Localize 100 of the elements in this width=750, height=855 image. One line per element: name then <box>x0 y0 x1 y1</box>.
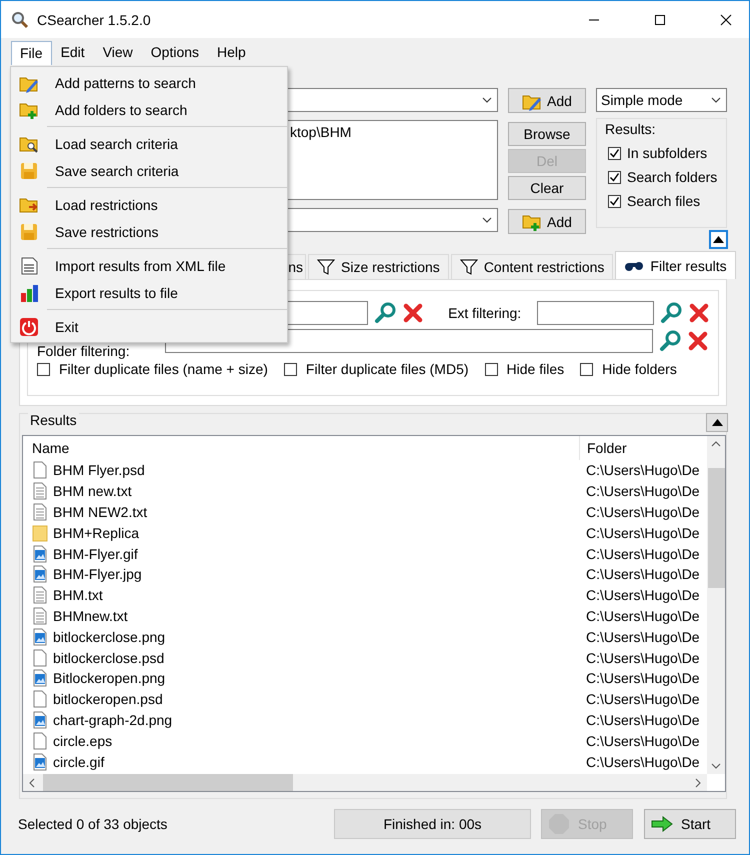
search-icon[interactable] <box>660 302 682 324</box>
bar-chart-icon <box>19 282 39 302</box>
folder-path: C:\Users\Hugo\De <box>585 462 700 478</box>
horizontal-scrollbar[interactable] <box>23 774 707 791</box>
file-name: BHM+Replica <box>53 524 139 541</box>
menu-entry[interactable]: Add folders to search <box>11 96 287 123</box>
folder-icon <box>32 524 48 542</box>
chevron-up-icon <box>711 440 721 448</box>
binoculars-icon <box>624 260 644 272</box>
menu-entry[interactable]: Exit <box>11 313 287 340</box>
status-text: Selected 0 of 33 objects <box>18 816 168 832</box>
magnifier-icon <box>11 10 29 28</box>
checkbox[interactable] <box>608 146 621 160</box>
checkbox[interactable] <box>37 362 50 376</box>
funnel-icon <box>317 258 335 276</box>
arrow-right-icon <box>651 816 673 832</box>
menu-item[interactable]: Edit <box>52 40 94 65</box>
file-name: BHM NEW2.txt <box>53 504 148 520</box>
start-button[interactable]: Start <box>644 809 736 839</box>
folder-path: C:\Users\Hugo\De <box>585 650 700 666</box>
folder-path[interactable]: ktop\BHM <box>290 124 497 140</box>
menu-entry[interactable]: Save restrictions <box>11 218 287 245</box>
menu-entry[interactable]: Load search criteria <box>11 130 287 157</box>
chevron-left-icon <box>28 778 36 788</box>
window-title: CSearcher 1.5.2.0 <box>37 12 151 28</box>
collapse-button[interactable] <box>706 413 728 432</box>
maximize-icon <box>654 14 666 26</box>
image-file-icon <box>32 544 48 563</box>
text-file-icon <box>32 586 48 604</box>
folder-action-button[interactable]: Clear <box>508 176 586 200</box>
menu-entry[interactable]: Export results to file <box>11 279 287 306</box>
checkbox[interactable] <box>484 362 498 376</box>
field-label: Ext filtering: <box>448 305 522 321</box>
tab[interactable]: Size restrictions <box>308 254 449 279</box>
folder-path: C:\Users\Hugo\De <box>585 691 700 708</box>
checkbox-label: Filter duplicate files (MD5) <box>306 361 469 377</box>
folder-path: C:\Users\Hugo\De <box>585 524 700 541</box>
column-header[interactable]: Name <box>23 436 580 460</box>
chevron-down-icon <box>711 762 721 770</box>
delete-icon[interactable] <box>402 302 424 324</box>
file-icon <box>32 461 48 480</box>
menu-item[interactable]: Help <box>208 40 255 65</box>
folder-path: C:\Users\Hugo\De <box>585 546 700 562</box>
folder-path: C:\Users\Hugo\De <box>585 670 700 686</box>
ext-filter-field[interactable] <box>537 301 654 325</box>
checkbox-label: Hide folders <box>602 361 677 377</box>
power-icon <box>19 316 39 336</box>
checkbox-label: Search files <box>627 193 700 209</box>
tab[interactable]: Content restrictions <box>450 254 614 279</box>
vertical-scrollbar[interactable] <box>707 436 725 774</box>
delete-icon[interactable] <box>688 302 710 324</box>
file-name: BHMnew.txt <box>53 608 128 624</box>
file-name: chart-graph-2d.png <box>53 712 172 728</box>
menu-item[interactable]: Options <box>142 40 208 65</box>
checkbox[interactable] <box>608 194 621 208</box>
menu-entry[interactable]: Import results from XML file <box>11 252 287 279</box>
search-icon[interactable] <box>374 302 396 324</box>
search-icon[interactable] <box>659 330 681 352</box>
file-name: BHM-Flyer.gif <box>53 546 138 562</box>
group-title: Results: <box>605 121 657 137</box>
menu-entry[interactable]: Load restrictions <box>11 191 287 218</box>
chevron-right-icon <box>694 778 702 788</box>
menu-item[interactable]: View <box>94 40 142 65</box>
folder-path: C:\Users\Hugo\De <box>585 732 700 749</box>
checkmark-icon <box>609 148 620 158</box>
mode-select[interactable]: Simple mode <box>596 88 727 112</box>
checkbox[interactable] <box>284 362 297 376</box>
collapse-button[interactable] <box>709 230 728 249</box>
image-file-icon <box>32 628 48 646</box>
folder-action-button[interactable]: Browse <box>508 122 586 146</box>
triangle-up-icon <box>713 236 724 243</box>
minimize-icon <box>588 18 600 20</box>
folder-path: C:\Users\Hugo\De <box>585 628 700 645</box>
file-name: bitlockerclose.psd <box>53 650 164 666</box>
file-icon <box>32 732 48 750</box>
column-header[interactable]: Folder <box>580 440 627 456</box>
file-name: circle.gif <box>53 754 104 770</box>
checkbox-label: In subfolders <box>627 145 708 161</box>
checkbox[interactable] <box>580 362 594 376</box>
image-file-icon <box>32 710 48 729</box>
folder-path: C:\Users\Hugo\De <box>585 754 700 770</box>
funnel-icon <box>460 258 478 276</box>
menu-item[interactable]: File <box>11 41 52 65</box>
tab[interactable]: Filter results <box>615 251 736 279</box>
checkbox[interactable] <box>608 170 621 184</box>
file-name: circle.eps <box>53 732 112 749</box>
delete-icon[interactable] <box>687 330 709 352</box>
document-icon <box>19 256 39 276</box>
file-name: BHM-Flyer.jpg <box>53 566 142 582</box>
add-button[interactable]: Add <box>508 209 586 234</box>
text-file-icon <box>32 482 48 500</box>
folder-path: C:\Users\Hugo\De <box>585 566 700 582</box>
folder-path: C:\Users\Hugo\De <box>585 587 700 604</box>
menu-entry[interactable]: Save search criteria <box>11 157 287 184</box>
add-button[interactable]: Add <box>508 88 586 113</box>
file-name: bitlockeropen.psd <box>53 691 163 708</box>
file-name: BHM new.txt <box>53 483 132 500</box>
menu-entry[interactable]: Add patterns to search <box>11 69 287 96</box>
checkmark-icon <box>609 172 620 182</box>
triangle-up-icon <box>712 419 722 426</box>
